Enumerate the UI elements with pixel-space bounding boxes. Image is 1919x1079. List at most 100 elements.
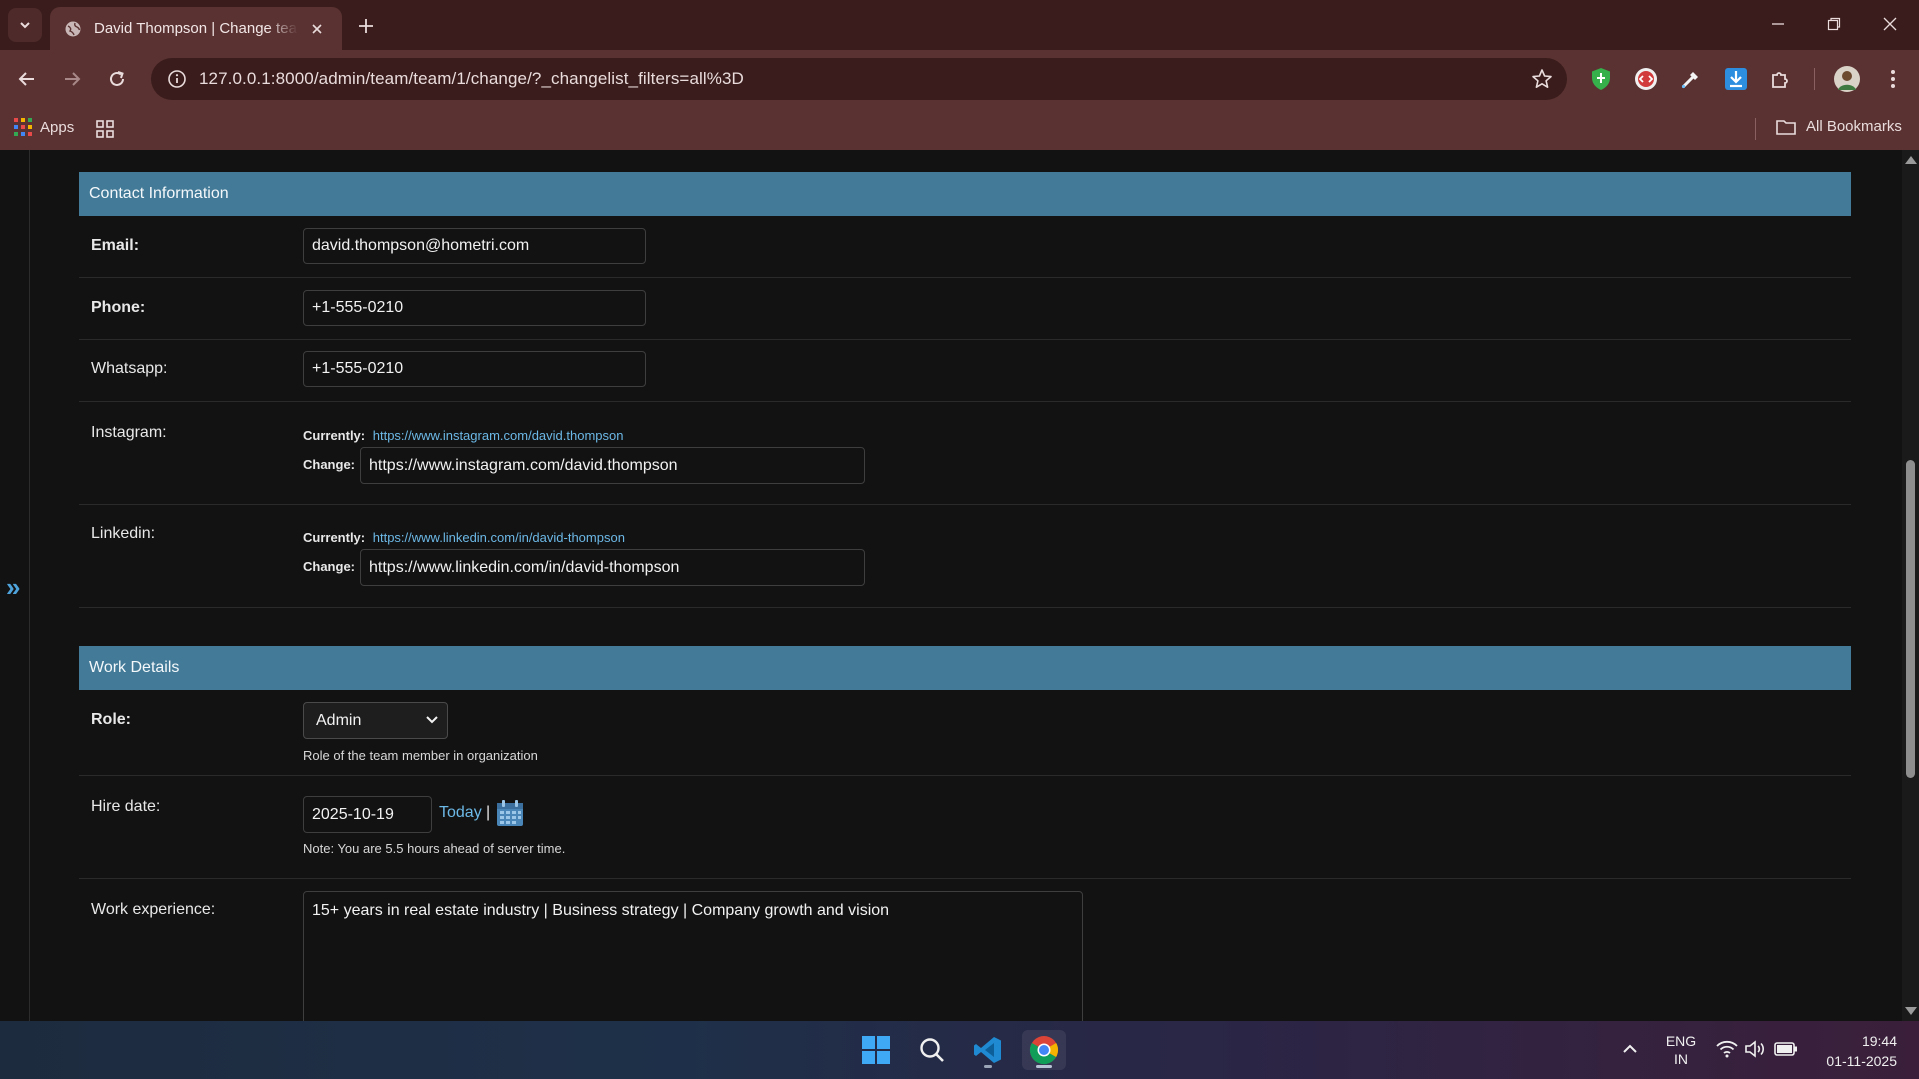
eyedropper-icon[interactable] [1676, 64, 1706, 94]
restore-icon[interactable] [1806, 0, 1862, 48]
all-bookmarks-label: All Bookmarks [1806, 118, 1902, 135]
instagram-currently-label: Currently: [303, 428, 366, 443]
timezone-note: Note: You are 5.5 hours ahead of server … [303, 841, 566, 856]
role-select[interactable]: Admin [303, 702, 448, 739]
email-field[interactable]: david.thompson@hometri.com [303, 228, 646, 264]
forward-icon[interactable] [56, 63, 88, 95]
minimize-icon[interactable] [1750, 0, 1806, 48]
volume-icon[interactable] [1745, 1040, 1767, 1063]
bookmarks-bar: Apps All Bookmarks [0, 108, 1919, 150]
tab-groups-icon[interactable] [96, 120, 114, 143]
close-window-icon[interactable] [1862, 0, 1918, 48]
system-clock[interactable]: 19:44 01-11-2025 [1826, 1031, 1897, 1071]
linkedin-current-link[interactable]: https://www.linkedin.com/in/david-thomps… [373, 530, 625, 545]
globe-icon [65, 21, 81, 36]
all-bookmarks-button[interactable]: All Bookmarks [1776, 118, 1902, 135]
chrome-icon[interactable] [1022, 1030, 1066, 1070]
vscode-icon[interactable] [968, 1030, 1008, 1070]
instagram-row: Instagram: Currently: https://www.instag… [79, 402, 1851, 505]
work-experience-label: Work experience: [91, 901, 216, 918]
browser-tab-strip: David Thompson | Change team member [0, 0, 1919, 50]
today-link[interactable]: Today [439, 804, 482, 822]
chevron-up-icon[interactable] [1622, 1041, 1638, 1062]
bookmark-apps[interactable]: Apps [14, 118, 74, 136]
avatar[interactable] [1832, 64, 1862, 94]
folder-icon [1776, 119, 1796, 135]
linkedin-change-label: Change: [303, 559, 355, 574]
tab-title: David Thompson | Change team member [94, 20, 298, 37]
chevron-down-icon [426, 716, 438, 724]
work-details-fieldset: Work Details Role: Admin Role of the tea… [79, 646, 1851, 1021]
language-indicator[interactable]: ENG IN [1660, 1032, 1702, 1068]
phone-row: Phone: +1-555-0210 [79, 278, 1851, 340]
email-label: Email: [91, 237, 140, 254]
instagram-field[interactable]: https://www.instagram.com/david.thompson [360, 447, 865, 484]
wifi-icon[interactable] [1716, 1040, 1738, 1063]
scroll-down-arrow[interactable] [1905, 1007, 1917, 1015]
battery-icon[interactable] [1774, 1041, 1798, 1062]
devtools-icon[interactable] [1631, 64, 1661, 94]
contact-information-heading: Contact Information [79, 172, 1851, 216]
region-code: IN [1674, 1051, 1688, 1067]
clock-time: 19:44 [1861, 1033, 1897, 1049]
scroll-thumb[interactable] [1906, 460, 1915, 778]
role-selected-value: Admin [316, 711, 362, 729]
linkedin-label: Linkedin: [91, 525, 156, 542]
shield-icon[interactable] [1586, 64, 1616, 94]
browser-toolbar: 127.0.0.1:8000/admin/team/team/1/change/… [0, 50, 1919, 108]
instagram-current-link[interactable]: https://www.instagram.com/david.thompson [373, 428, 624, 443]
role-row: Role: Admin Role of the team member in o… [79, 690, 1851, 776]
screen: David Thompson | Change team member [0, 0, 1919, 1079]
chevron-down-icon [20, 22, 30, 29]
work-experience-textarea[interactable]: 15+ years in real estate industry | Busi… [303, 891, 1083, 1021]
plus-icon[interactable] [352, 12, 380, 40]
instagram-change-label: Change: [303, 457, 355, 472]
reload-icon[interactable] [101, 63, 133, 95]
linkedin-currently-label: Currently: [303, 530, 366, 545]
hire-date-label: Hire date: [91, 798, 161, 815]
phone-field[interactable]: +1-555-0210 [303, 290, 646, 326]
close-icon[interactable] [306, 18, 328, 40]
whatsapp-field[interactable]: +1-555-0210 [303, 351, 646, 387]
linkedin-row: Linkedin: Currently: https://www.linkedi… [79, 505, 1851, 608]
sidebar-toggle-button[interactable]: » [6, 572, 20, 603]
email-row: Email: david.thompson@hometri.com [79, 216, 1851, 278]
phone-label: Phone: [91, 299, 146, 316]
puzzle-icon[interactable] [1766, 64, 1796, 94]
page-scrollbar[interactable] [1902, 150, 1919, 1021]
page-viewport: » Contact Information Email: david.thomp… [0, 150, 1919, 1021]
calendar-icon[interactable] [495, 798, 525, 833]
scroll-up-arrow[interactable] [1905, 156, 1917, 164]
hire-date-field[interactable]: 2025-10-19 [303, 796, 432, 833]
apps-grid-icon [14, 118, 32, 136]
windows-start-icon[interactable] [856, 1030, 896, 1070]
language-code: ENG [1665, 1033, 1697, 1049]
back-icon[interactable] [11, 63, 43, 95]
bookmark-apps-label: Apps [40, 118, 75, 136]
date-shortcut-separator: | [486, 804, 491, 821]
running-indicator [984, 1065, 992, 1068]
active-indicator [1036, 1065, 1052, 1068]
tab-search-button[interactable] [8, 8, 42, 42]
work-experience-row: Work experience: 15+ years in real estat… [79, 879, 1851, 1021]
search-icon[interactable] [912, 1030, 952, 1070]
instagram-label: Instagram: [91, 424, 167, 441]
nav-sidebar-collapsed: » [0, 150, 30, 1021]
windows-taskbar: ENG IN 19:44 01-11-2025 [0, 1021, 1919, 1079]
star-icon[interactable] [1531, 68, 1553, 95]
work-details-heading: Work Details [79, 646, 1851, 690]
whatsapp-label: Whatsapp: [91, 360, 168, 377]
linkedin-field[interactable]: https://www.linkedin.com/in/david-thomps… [360, 549, 865, 586]
download-icon[interactable] [1721, 64, 1751, 94]
info-icon[interactable] [157, 69, 197, 89]
url-text: 127.0.0.1:8000/admin/team/team/1/change/… [199, 69, 744, 88]
browser-tab-active[interactable]: David Thompson | Change team member [50, 7, 342, 50]
role-label: Role: [91, 711, 131, 728]
menu-dots-icon[interactable] [1878, 64, 1908, 94]
toolbar-separator [1814, 68, 1815, 90]
linkedin-currently: Currently: https://www.linkedin.com/in/d… [303, 530, 625, 545]
contact-information-fieldset: Contact Information Email: david.thompso… [79, 172, 1851, 608]
instagram-currently: Currently: https://www.instagram.com/dav… [303, 428, 623, 443]
clock-date: 01-11-2025 [1826, 1053, 1897, 1069]
address-bar[interactable]: 127.0.0.1:8000/admin/team/team/1/change/… [151, 58, 1567, 100]
